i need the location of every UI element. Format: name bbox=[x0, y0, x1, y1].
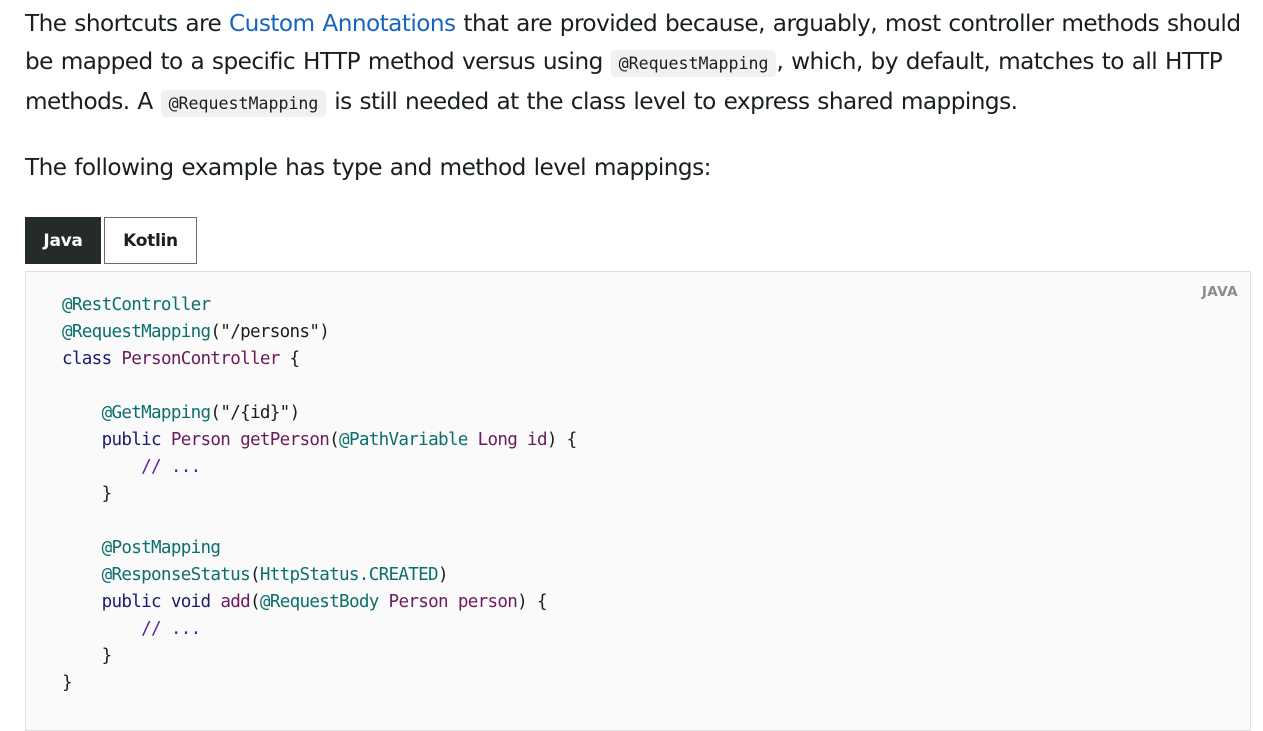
code-line: @RequestMapping("/persons") bbox=[62, 322, 330, 342]
code-line: } bbox=[62, 673, 73, 693]
inline-code-requestmapping-1: @RequestMapping bbox=[610, 50, 777, 77]
code-line: @PostMapping bbox=[101, 538, 221, 558]
code-line: // ... bbox=[141, 457, 201, 477]
intro-text-start: The shortcuts are bbox=[25, 10, 230, 37]
language-tabs: Java Kotlin bbox=[25, 217, 197, 264]
code-line: // ... bbox=[141, 619, 201, 639]
intro-paragraph: The shortcuts are Custom Annotations tha… bbox=[25, 5, 1251, 123]
code-line: } bbox=[62, 484, 113, 504]
example-intro-paragraph: The following example has type and metho… bbox=[25, 154, 711, 181]
code-line: public Person getPerson(@PathVariable Lo… bbox=[101, 430, 578, 450]
intro-text-end: is still needed at the class level to ex… bbox=[326, 88, 1018, 115]
code-line: @GetMapping("/{id}") bbox=[101, 403, 301, 423]
inline-code-requestmapping-2: @RequestMapping bbox=[160, 90, 327, 117]
code-language-label: JAVA bbox=[1201, 284, 1238, 300]
code-listing[interactable]: @RestController @RequestMapping("/person… bbox=[62, 292, 577, 697]
code-line: @ResponseStatus(HttpStatus.CREATED) bbox=[101, 565, 449, 585]
code-line: } bbox=[62, 646, 113, 666]
code-line: class PersonController { bbox=[62, 349, 300, 369]
code-line: public void add(@RequestBody Person pers… bbox=[101, 592, 548, 612]
code-line: @RestController bbox=[62, 295, 211, 315]
tab-kotlin[interactable]: Kotlin bbox=[104, 217, 197, 264]
code-block: JAVA @RestController @RequestMapping("/p… bbox=[25, 271, 1251, 731]
custom-annotations-link[interactable]: Custom Annotations bbox=[229, 10, 456, 37]
tab-java[interactable]: Java bbox=[25, 217, 101, 264]
